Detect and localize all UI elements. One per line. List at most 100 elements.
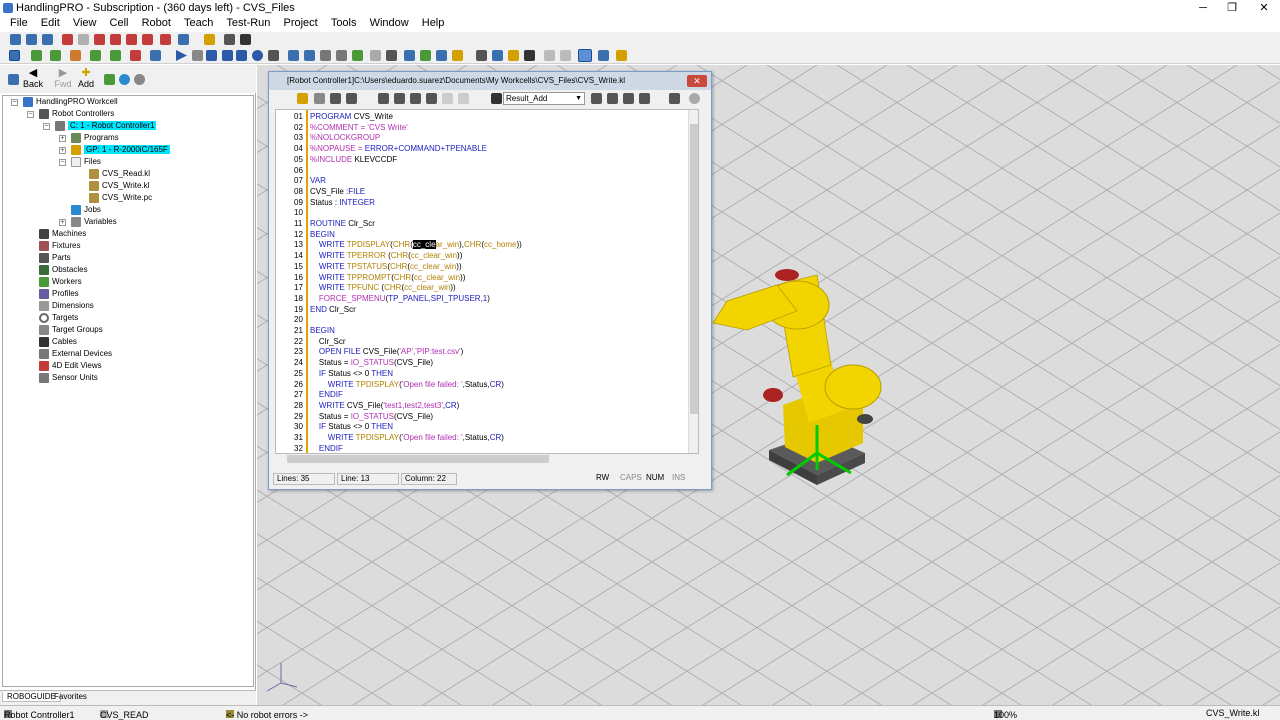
touchup-icon[interactable] bbox=[160, 34, 171, 45]
profile-icon[interactable] bbox=[452, 50, 463, 61]
tree-tool-icon[interactable] bbox=[104, 74, 115, 85]
code-line[interactable]: %NOLOCKGROUP bbox=[310, 133, 380, 144]
settings-icon[interactable] bbox=[669, 93, 680, 104]
tree-item-group[interactable]: GP: 1 - R-2000iC/165F bbox=[71, 144, 170, 156]
pause-icon[interactable] bbox=[206, 50, 217, 61]
expand-toggle[interactable]: + bbox=[59, 147, 66, 154]
redo-icon[interactable] bbox=[458, 93, 469, 104]
code-line[interactable]: END Clr_Scr bbox=[310, 305, 356, 316]
collision-icon[interactable] bbox=[386, 50, 397, 61]
code-line[interactable]: Status = IO_STATUS(CVS_File) bbox=[310, 358, 433, 369]
help-icon[interactable] bbox=[689, 93, 700, 104]
code-line[interactable]: WRITE TPDISPLAY('Open file failed: ',Sta… bbox=[310, 380, 504, 391]
target-list-icon[interactable] bbox=[320, 50, 331, 61]
maximize-button[interactable]: ❐ bbox=[1222, 1, 1242, 15]
tree-item-parts[interactable]: Parts bbox=[39, 252, 71, 264]
scroll-thumb[interactable] bbox=[690, 124, 698, 414]
find-combo[interactable]: Result_Add ▼ bbox=[503, 92, 585, 105]
menu-robot[interactable]: Robot bbox=[137, 16, 176, 31]
code-line[interactable]: %INCLUDE KLEVCCDF bbox=[310, 155, 397, 166]
tree-item-cables[interactable]: Cables bbox=[39, 336, 77, 348]
play-icon[interactable] bbox=[176, 50, 187, 61]
undo-icon[interactable] bbox=[442, 93, 453, 104]
teach-icon[interactable] bbox=[126, 34, 137, 45]
code-line[interactable]: WRITE TPERROR (CHR(cc_clear_win)) bbox=[310, 251, 462, 262]
gear-icon[interactable] bbox=[90, 50, 101, 61]
link-icon[interactable] bbox=[130, 50, 141, 61]
tree-item-edit-views[interactable]: 4D Edit Views bbox=[39, 360, 102, 372]
forward-button[interactable]: ▶ Fwd bbox=[52, 67, 74, 89]
zoom-fit-icon[interactable] bbox=[42, 34, 53, 45]
code-line[interactable]: Status = IO_STATUS(CVS_File) bbox=[310, 412, 433, 423]
code-line[interactable]: ROUTINE Clr_Scr bbox=[310, 219, 375, 230]
code-line[interactable]: %NOPAUSE = ERROR+COMMAND+TPENABLE bbox=[310, 144, 487, 155]
cell-browser-icon[interactable] bbox=[288, 50, 299, 61]
browser-icon[interactable] bbox=[8, 74, 19, 85]
target-icon[interactable] bbox=[94, 34, 105, 45]
tree-item-variables[interactable]: Variables bbox=[71, 216, 117, 228]
code-line[interactable]: WRITE TPPROMPT(CHR(cc_clear_win)) bbox=[310, 273, 466, 284]
expand-toggle[interactable]: + bbox=[59, 219, 66, 226]
abort-icon[interactable] bbox=[252, 50, 263, 61]
tree-item-programs[interactable]: Programs bbox=[71, 132, 119, 144]
collapse-toggle[interactable]: − bbox=[59, 159, 66, 166]
code-line[interactable]: IF Status <> 0 THEN bbox=[310, 422, 393, 433]
tree-item-file[interactable]: CVS_Write.pc bbox=[89, 192, 152, 204]
record-video-icon[interactable] bbox=[268, 50, 279, 61]
karel-editor-window[interactable]: [Robot Controller1]C:\Users\eduardo.suar… bbox=[268, 71, 712, 490]
tree-item-workers[interactable]: Workers bbox=[39, 276, 82, 288]
menu-edit[interactable]: Edit bbox=[36, 16, 65, 31]
code-line[interactable]: FORCE_SPMENU(TP_PANEL,SPI_TPUSER,1) bbox=[310, 294, 490, 305]
code-line[interactable]: PROGRAM CVS_Write bbox=[310, 112, 393, 123]
export-icon[interactable] bbox=[639, 93, 650, 104]
code-line[interactable]: WRITE TPFUNC (CHR(cc_clear_win)) bbox=[310, 283, 456, 294]
code-line[interactable]: BEGIN bbox=[310, 326, 335, 337]
export-icon[interactable] bbox=[404, 50, 415, 61]
menu-project[interactable]: Project bbox=[279, 16, 323, 31]
code-line[interactable]: VAR bbox=[310, 176, 326, 187]
code-line[interactable]: CVS_File :FILE bbox=[310, 187, 365, 198]
translate-icon[interactable] bbox=[591, 93, 602, 104]
open-icon[interactable] bbox=[297, 93, 308, 104]
device-icon[interactable] bbox=[150, 50, 161, 61]
program-icon[interactable] bbox=[304, 50, 315, 61]
tree-item-targets[interactable]: Targets bbox=[39, 312, 78, 324]
code-area[interactable]: 01 02 03 04 05 06 07 08 09 10 11 12 13 14 15 16 17 18 19 20… bbox=[275, 109, 699, 454]
chart-icon[interactable] bbox=[50, 50, 61, 61]
save-as-icon[interactable] bbox=[330, 93, 341, 104]
tree-item-workcell[interactable]: HandlingPRO Workcell bbox=[23, 96, 118, 108]
tree-item-jobs[interactable]: Jobs bbox=[71, 204, 101, 216]
analyze-icon[interactable] bbox=[436, 50, 447, 61]
eject-icon[interactable] bbox=[236, 50, 247, 61]
undo-move-icon[interactable] bbox=[178, 34, 189, 45]
zoom-icon[interactable] bbox=[10, 34, 21, 45]
help-icon[interactable] bbox=[616, 50, 627, 61]
menu-help[interactable]: Help bbox=[417, 16, 450, 31]
refresh-icon[interactable] bbox=[119, 74, 130, 85]
code-line[interactable]: Status : INTEGER bbox=[310, 198, 375, 209]
tree-item-files[interactable]: Files bbox=[71, 156, 101, 168]
undo-icon[interactable] bbox=[544, 50, 555, 61]
code-line[interactable]: WRITE TPDISPLAY(CHR(cc_clear_win),CHR(cc… bbox=[310, 240, 522, 251]
add-button[interactable]: ✚ Add bbox=[75, 67, 97, 89]
menu-test-run[interactable]: Test-Run bbox=[221, 16, 275, 31]
delete-icon[interactable] bbox=[426, 93, 437, 104]
tree-item-file[interactable]: CVS_Write.kl bbox=[89, 180, 149, 192]
code-line[interactable]: WRITE TPDISPLAY('Open file failed: ',Sta… bbox=[310, 433, 504, 444]
jog-icon[interactable] bbox=[110, 34, 121, 45]
new-file-icon[interactable] bbox=[492, 50, 503, 61]
edit-icon[interactable] bbox=[78, 34, 89, 45]
redo-icon[interactable] bbox=[560, 50, 571, 61]
build-icon[interactable] bbox=[607, 93, 618, 104]
tree-item-sensor-units[interactable]: Sensor Units bbox=[39, 372, 98, 384]
graph-icon[interactable] bbox=[420, 50, 431, 61]
code-line[interactable]: %COMMENT = 'CVS Write' bbox=[310, 123, 408, 134]
split-icon[interactable] bbox=[598, 50, 609, 61]
measure-icon[interactable] bbox=[204, 34, 215, 45]
code-line[interactable]: ENDIF bbox=[310, 390, 343, 401]
collapse-toggle[interactable]: − bbox=[11, 99, 18, 106]
copy-icon[interactable] bbox=[394, 93, 405, 104]
tree-item-controller[interactable]: C: 1 - Robot Controller1 bbox=[55, 120, 157, 132]
grid-icon[interactable] bbox=[110, 50, 121, 61]
menu-cell[interactable]: Cell bbox=[105, 16, 134, 31]
